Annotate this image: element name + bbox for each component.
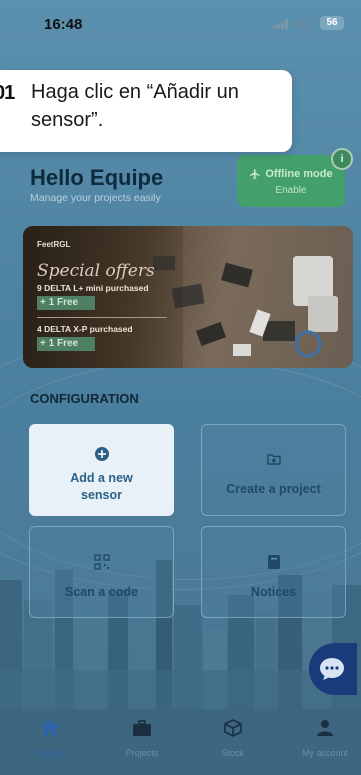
- tab-my-account-label: My account: [301, 748, 349, 758]
- tab-stock[interactable]: Stock: [197, 719, 269, 758]
- app-screen: 16:48 5G 56 Hello Equipe Manage your pro…: [0, 0, 361, 775]
- configuration-title: CONFIGURATION: [30, 391, 139, 406]
- status-time: 16:48: [44, 16, 83, 33]
- network-type: 5G: [294, 17, 311, 31]
- offer-divider: [37, 317, 167, 318]
- user-icon: [317, 720, 333, 736]
- notices-label: Notices: [250, 585, 297, 599]
- airplane-icon: [250, 169, 260, 179]
- folder-icon: [266, 454, 281, 465]
- scan-code-label: Scan a code: [65, 585, 138, 599]
- briefcase-icon: [133, 720, 151, 736]
- greeting-title: Hello Equipe: [30, 165, 164, 190]
- scan-code-button[interactable]: Scan a code: [29, 526, 174, 618]
- offline-mode-button[interactable]: Offline mode Enable: [237, 155, 345, 207]
- create-project-label: Create a project: [226, 482, 321, 496]
- offline-mode-enable: Enable: [275, 185, 307, 196]
- bottom-tab-bar: Home Projects Stock My account: [0, 709, 361, 775]
- offer-line-1: 9 DELTA L+ mini purchased: [37, 283, 149, 293]
- special-offers-banner[interactable]: FeetRGL Special offers 9 DELTA L+ mini p…: [23, 226, 353, 368]
- tab-my-account[interactable]: My account: [289, 719, 361, 758]
- offline-mode-label: Offline mode: [265, 168, 333, 180]
- tab-stock-label: Stock: [221, 748, 245, 758]
- chat-button[interactable]: [309, 643, 357, 695]
- tutorial-tooltip: 01 Haga clic en “Añadir un sensor”.: [0, 70, 292, 152]
- add-sensor-button[interactable]: Add a new sensor: [29, 424, 174, 516]
- free-tag-1: + 1 Free: [37, 296, 95, 310]
- tab-home-label: Home: [37, 748, 62, 758]
- tooltip-text: Haga clic en “Añadir un sensor”.: [31, 81, 239, 131]
- notices-button[interactable]: Notices: [201, 526, 346, 618]
- tab-home[interactable]: Home: [14, 719, 86, 758]
- greeting-subtitle: Manage your projects easily: [30, 192, 161, 204]
- chat-bubble-icon: [320, 658, 344, 680]
- info-icon[interactable]: i: [331, 148, 353, 170]
- plus-circle-icon: [94, 447, 109, 461]
- battery-indicator: 56: [320, 16, 344, 30]
- add-sensor-label: Add a new sensor: [70, 471, 133, 502]
- book-icon: [267, 555, 280, 569]
- free-tag-2: + 1 Free: [37, 337, 95, 351]
- qr-code-icon: [93, 554, 110, 570]
- tooltip-step-number: 01: [0, 82, 15, 104]
- tab-projects[interactable]: Projects: [106, 719, 178, 758]
- offer-line-2: 4 DELTA X-P purchased: [37, 324, 133, 334]
- tab-projects-label: Projects: [125, 748, 159, 758]
- box-icon: [224, 719, 242, 737]
- brand-logo: FeetRGL: [37, 240, 71, 249]
- special-offers-title: Special offers: [37, 261, 155, 281]
- status-bar: 16:48 5G 56: [0, 0, 361, 40]
- signal-icon: [273, 19, 288, 29]
- offline-mode-label-row: Offline mode: [237, 168, 345, 180]
- create-project-button[interactable]: Create a project: [201, 424, 346, 516]
- home-icon: [41, 720, 59, 736]
